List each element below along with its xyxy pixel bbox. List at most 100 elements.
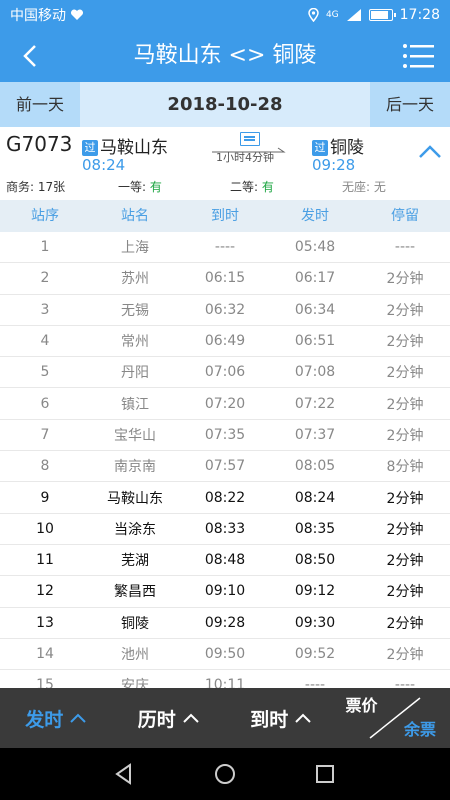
cell-arrive: 07:35 xyxy=(204,426,246,443)
cell-station: 安庆 xyxy=(121,678,149,688)
ticket-icon xyxy=(240,132,260,146)
cell-stay: 8分钟 xyxy=(386,459,424,476)
cell-stay: ---- xyxy=(394,677,416,688)
cell-depart: 08:05 xyxy=(294,458,336,475)
cell-depart: 07:08 xyxy=(294,364,336,381)
cell-seq: 8 xyxy=(40,458,50,475)
heart-icon xyxy=(70,9,84,20)
seat-standing: 无座: 无 xyxy=(342,180,386,194)
prev-day-button[interactable]: 前一天 xyxy=(0,82,80,127)
cell-arrive: 09:50 xyxy=(204,646,246,662)
table-row[interactable]: 8 南京南 07:57 08:05 8分钟 xyxy=(0,451,450,483)
cell-depart: 07:22 xyxy=(294,395,336,412)
table-row[interactable]: 7 宝华山 07:35 07:37 2分钟 xyxy=(0,420,450,452)
table-row[interactable]: 4 常州 06:49 06:51 2分钟 xyxy=(0,326,450,358)
table-row[interactable]: 15 安庆 10:11 ---- ---- xyxy=(0,670,450,688)
stops-table[interactable]: 1 上海 ---- 05:48 ---- 2 苏州 06:15 06:17 2分钟 3 无锡 06:32… xyxy=(0,232,450,688)
chevron-up-icon[interactable] xyxy=(418,143,442,159)
cell-arrive: 08:48 xyxy=(204,552,246,569)
pass-badge: 过 xyxy=(82,140,98,156)
table-row[interactable]: 9 马鞍山东 08:22 08:24 2分钟 xyxy=(0,482,450,514)
cell-stay: 2分钟 xyxy=(386,396,424,413)
sort-arrive-tab[interactable]: 到时 xyxy=(225,688,338,748)
cell-station: 上海 xyxy=(121,240,149,257)
table-row[interactable]: 11 芜湖 08:48 08:50 2分钟 xyxy=(0,545,450,577)
table-row[interactable]: 14 池州 09:50 09:52 2分钟 xyxy=(0,639,450,671)
current-date[interactable]: 2018-10-28 xyxy=(80,82,370,127)
seat-first-class: 一等: 有 xyxy=(118,180,162,194)
table-row[interactable]: 1 上海 ---- 05:48 ---- xyxy=(0,232,450,264)
menu-button[interactable] xyxy=(402,40,436,72)
duration: 1小时4分钟 xyxy=(216,151,274,164)
cell-depart: 08:24 xyxy=(294,489,336,506)
carrier-name: 中国移动 xyxy=(10,8,66,24)
cell-stay: 2分钟 xyxy=(386,584,424,601)
header-stay: 停留 xyxy=(391,208,419,224)
cell-station: 南京南 xyxy=(114,459,156,476)
carrier-group: 中国移动 xyxy=(10,5,84,25)
cell-depart: 09:52 xyxy=(294,646,336,662)
cell-stay: 2分钟 xyxy=(386,334,424,351)
to-station-name: 铜陵 xyxy=(330,138,364,158)
title-bar: 马鞍山东 <> 铜陵 xyxy=(0,30,450,82)
table-row[interactable]: 6 镇江 07:20 07:22 2分钟 xyxy=(0,388,450,420)
cell-seq: 10 xyxy=(36,520,54,537)
table-row[interactable]: 2 苏州 06:15 06:17 2分钟 xyxy=(0,263,450,295)
cell-depart: 06:34 xyxy=(294,301,336,318)
from-station-name: 马鞍山东 xyxy=(100,138,168,158)
cell-seq: 11 xyxy=(36,552,54,569)
chevron-up-icon xyxy=(295,713,311,723)
header-station: 站名 xyxy=(121,208,149,224)
back-button[interactable] xyxy=(14,40,46,72)
cell-depart: 09:30 xyxy=(294,614,336,631)
price-remaining-toggle[interactable]: 票价 余票 xyxy=(338,688,450,748)
cell-arrive: 06:32 xyxy=(204,301,246,318)
header-arrive: 到时 xyxy=(211,208,239,224)
cell-seq: 7 xyxy=(40,426,50,443)
seat-business: 商务: 17张 xyxy=(6,180,66,194)
cell-arrive: 06:49 xyxy=(204,333,246,350)
table-row[interactable]: 5 丹阳 07:06 07:08 2分钟 xyxy=(0,357,450,389)
seat-second-class: 二等: 有 xyxy=(230,180,274,194)
sort-duration-tab[interactable]: 历时 xyxy=(113,688,226,748)
cell-stay: 2分钟 xyxy=(386,521,424,538)
cell-stay: 2分钟 xyxy=(386,427,424,444)
cell-arrive: 07:06 xyxy=(204,364,246,381)
cell-seq: 6 xyxy=(40,395,50,412)
nav-back-icon[interactable] xyxy=(112,762,136,786)
nav-home-icon[interactable] xyxy=(213,762,237,786)
cell-stay: 2分钟 xyxy=(386,302,424,319)
cell-stay: 2分钟 xyxy=(386,615,424,632)
date-bar: 前一天 2018-10-28 后一天 xyxy=(0,82,450,127)
tab-label: 到时 xyxy=(250,708,289,731)
cell-arrive: ---- xyxy=(214,239,236,256)
cell-seq: 1 xyxy=(40,239,50,256)
table-row[interactable]: 13 铜陵 09:28 09:30 2分钟 xyxy=(0,608,450,639)
cell-arrive: 09:28 xyxy=(204,614,246,631)
page-title: 马鞍山东 <> 铜陵 xyxy=(133,43,317,68)
cell-arrive: 07:20 xyxy=(204,395,246,412)
menu-icon xyxy=(403,44,434,68)
cell-seq: 14 xyxy=(36,646,54,662)
next-day-button[interactable]: 后一天 xyxy=(370,82,450,127)
clock: 17:28 xyxy=(399,7,440,23)
cell-arrive: 08:22 xyxy=(204,489,246,506)
cell-station: 常州 xyxy=(121,334,149,351)
table-row[interactable]: 10 当涂东 08:33 08:35 2分钟 xyxy=(0,514,450,545)
cell-arrive: 08:33 xyxy=(204,520,246,537)
cell-arrive: 06:15 xyxy=(204,270,246,287)
cell-seq: 15 xyxy=(36,677,54,688)
cell-station: 镇江 xyxy=(121,396,149,413)
sort-depart-tab[interactable]: 发时 xyxy=(0,688,113,748)
cell-depart: 08:35 xyxy=(294,520,336,537)
header-seq: 站序 xyxy=(31,208,59,224)
table-row[interactable]: 12 繁昌西 09:10 09:12 2分钟 xyxy=(0,576,450,608)
system-nav-bar xyxy=(0,748,450,800)
train-info-card[interactable]: G7073 过马鞍山东 08:24 1小时4分钟 过铜陵 09:28 商务: 1… xyxy=(0,127,450,200)
nav-recents-icon[interactable] xyxy=(313,762,337,786)
table-row[interactable]: 3 无锡 06:32 06:34 2分钟 xyxy=(0,295,450,326)
cell-station: 繁昌西 xyxy=(114,584,156,601)
to-station: 过铜陵 xyxy=(312,133,364,158)
cell-arrive: 10:11 xyxy=(204,677,246,688)
chevron-up-icon xyxy=(183,713,199,723)
